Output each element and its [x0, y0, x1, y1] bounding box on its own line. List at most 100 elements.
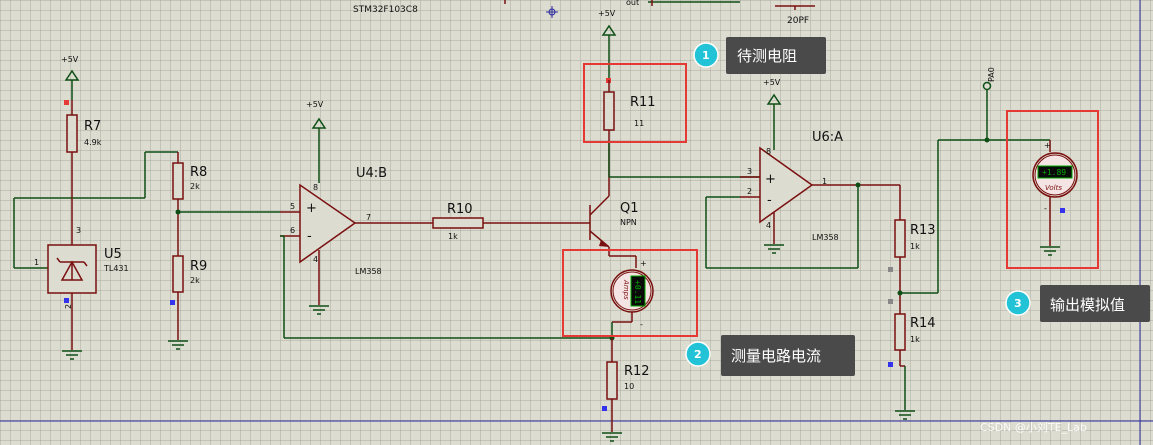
r13-value: 1k	[910, 242, 920, 251]
callout-1-number: 1	[702, 49, 710, 62]
pa0-label: PA0	[987, 67, 996, 82]
r11-value: 11	[634, 119, 644, 128]
voltmeter-minus: -	[1044, 204, 1047, 213]
power-arrow-icon	[64, 69, 80, 81]
r13-resistor[interactable]	[894, 219, 906, 258]
r12-section: R12 10	[602, 335, 650, 442]
ground-icon	[1040, 246, 1060, 256]
power-arrow-icon	[766, 93, 782, 105]
q1-name: Q1	[620, 201, 639, 216]
u5-section: +5V R7 4.9k 3 1 2 U5 TL431	[13, 55, 178, 360]
r11-name: R11	[630, 95, 656, 110]
r10-section: R10 1k	[432, 202, 590, 241]
callout-3: 3 输出模拟值	[1005, 285, 1150, 322]
r7-name: R7	[84, 119, 101, 134]
r14-name: R14	[910, 316, 936, 331]
u6-plus-sign: +	[765, 172, 776, 187]
r12-value: 10	[624, 382, 634, 391]
ground-icon	[168, 340, 188, 350]
top-partial: STM32F103C8 out 20PF	[353, 0, 815, 26]
ground-icon	[895, 410, 915, 420]
crosshair-icon	[546, 6, 558, 18]
u4-plus-sign: +	[306, 201, 317, 216]
u6-minus-sign: -	[767, 193, 772, 208]
ammeter-plus: +	[640, 259, 647, 268]
callout-1-text: 待测电阻	[737, 47, 797, 65]
watermark: CSDN @小刘TE_Lab	[980, 421, 1087, 434]
callout-2-number: 2	[694, 348, 702, 361]
ammeter-unit: Amps	[622, 279, 630, 300]
q1-section: Q1 NPN	[589, 142, 639, 256]
power-label-u4: +5V	[306, 100, 324, 109]
power-label-u6: +5V	[763, 78, 781, 87]
callout-3-text: 输出模拟值	[1050, 296, 1125, 314]
power-arrow-icon	[311, 117, 327, 129]
r10-resistor[interactable]	[432, 217, 484, 229]
r9-resistor[interactable]	[172, 255, 184, 293]
divider-section: R8 2k R9 2k	[168, 152, 280, 350]
u5-name: U5	[104, 247, 122, 262]
r12-name: R12	[624, 364, 650, 379]
u4-name: U4:B	[356, 166, 387, 181]
r13-name: R13	[910, 223, 936, 238]
u4-minus-sign: -	[307, 229, 312, 244]
r8-resistor[interactable]	[172, 162, 184, 200]
voltmeter-reading: +1.89	[1042, 168, 1066, 177]
r14-value: 1k	[910, 335, 920, 344]
r9-name: R9	[190, 259, 207, 274]
callout-2-text: 测量电路电流	[731, 347, 821, 365]
power-arrow-icon	[601, 24, 617, 36]
out-label: out	[626, 0, 639, 7]
u4-value: LM358	[355, 267, 382, 276]
r11-section: +5V R11 11	[598, 9, 760, 178]
ground-icon	[62, 350, 82, 360]
callout-2: 2 测量电路电流	[685, 335, 855, 376]
u6-value: LM358	[812, 233, 839, 242]
u5-pin-k: 3	[76, 226, 81, 235]
r7-resistor[interactable]	[66, 114, 78, 153]
pa0-terminal[interactable]	[982, 81, 992, 91]
r11-resistor[interactable]	[603, 91, 615, 131]
r8-value: 2k	[190, 182, 200, 191]
power-label-u5: +5V	[61, 55, 79, 64]
schematic-svg: STM32F103C8 out 20PF +5V R7 4.9k 3 1 2 U…	[0, 0, 1153, 445]
q1-value: NPN	[620, 218, 637, 227]
u6-name: U6:A	[812, 130, 843, 145]
voltmeter-plus: +	[1044, 141, 1051, 150]
r14-resistor[interactable]	[894, 313, 906, 351]
u5-pin-ref: 1	[34, 258, 39, 267]
schematic-canvas: STM32F103C8 out 20PF +5V R7 4.9k 3 1 2 U…	[0, 0, 1153, 445]
u6-section: +5V U6:A + - 3 2 8 4 1 LM358	[705, 78, 900, 269]
u4-opamp[interactable]	[299, 183, 357, 264]
pa0-voltmeter-section: PA0 + +1.89 Volts -	[982, 67, 1078, 256]
r9-value: 2k	[190, 276, 200, 285]
u4-pin-o: 7	[366, 213, 371, 222]
ammeter-reading: +0.11	[633, 280, 642, 304]
voltmeter-unit: Volts	[1045, 184, 1062, 192]
r12-resistor[interactable]	[606, 361, 618, 400]
u4-pin-p: 5	[290, 202, 295, 211]
callout-1: 1 待测电阻	[693, 37, 826, 74]
u5-value: TL431	[103, 264, 129, 273]
r8-name: R8	[190, 165, 207, 180]
ground-icon	[309, 305, 329, 315]
u6-pin-v: 8	[766, 147, 771, 156]
r10-name: R10	[447, 202, 473, 217]
power-label-q1: +5V	[598, 9, 616, 18]
r13-r14-section: R13 1k R14 1k	[888, 139, 1050, 420]
u4-pin-g: 4	[313, 255, 318, 264]
mcu-label: STM32F103C8	[353, 5, 418, 15]
cap-label: 20PF	[787, 16, 809, 26]
u4-pin-n: 6	[290, 226, 295, 235]
ground-icon	[764, 244, 784, 254]
ammeter-section: + +0.11 Amps -	[609, 255, 654, 338]
r10-value: 1k	[448, 232, 458, 241]
callout-3-number: 3	[1014, 297, 1022, 310]
r7-value: 4.9k	[84, 138, 102, 147]
u4-pin-v: 8	[313, 183, 318, 192]
u6-pin-n: 2	[747, 187, 752, 196]
u6-pin-p: 3	[747, 167, 752, 176]
u6-pin-g: 4	[766, 221, 771, 230]
ammeter-minus: -	[640, 320, 643, 329]
ground-icon	[602, 432, 622, 442]
